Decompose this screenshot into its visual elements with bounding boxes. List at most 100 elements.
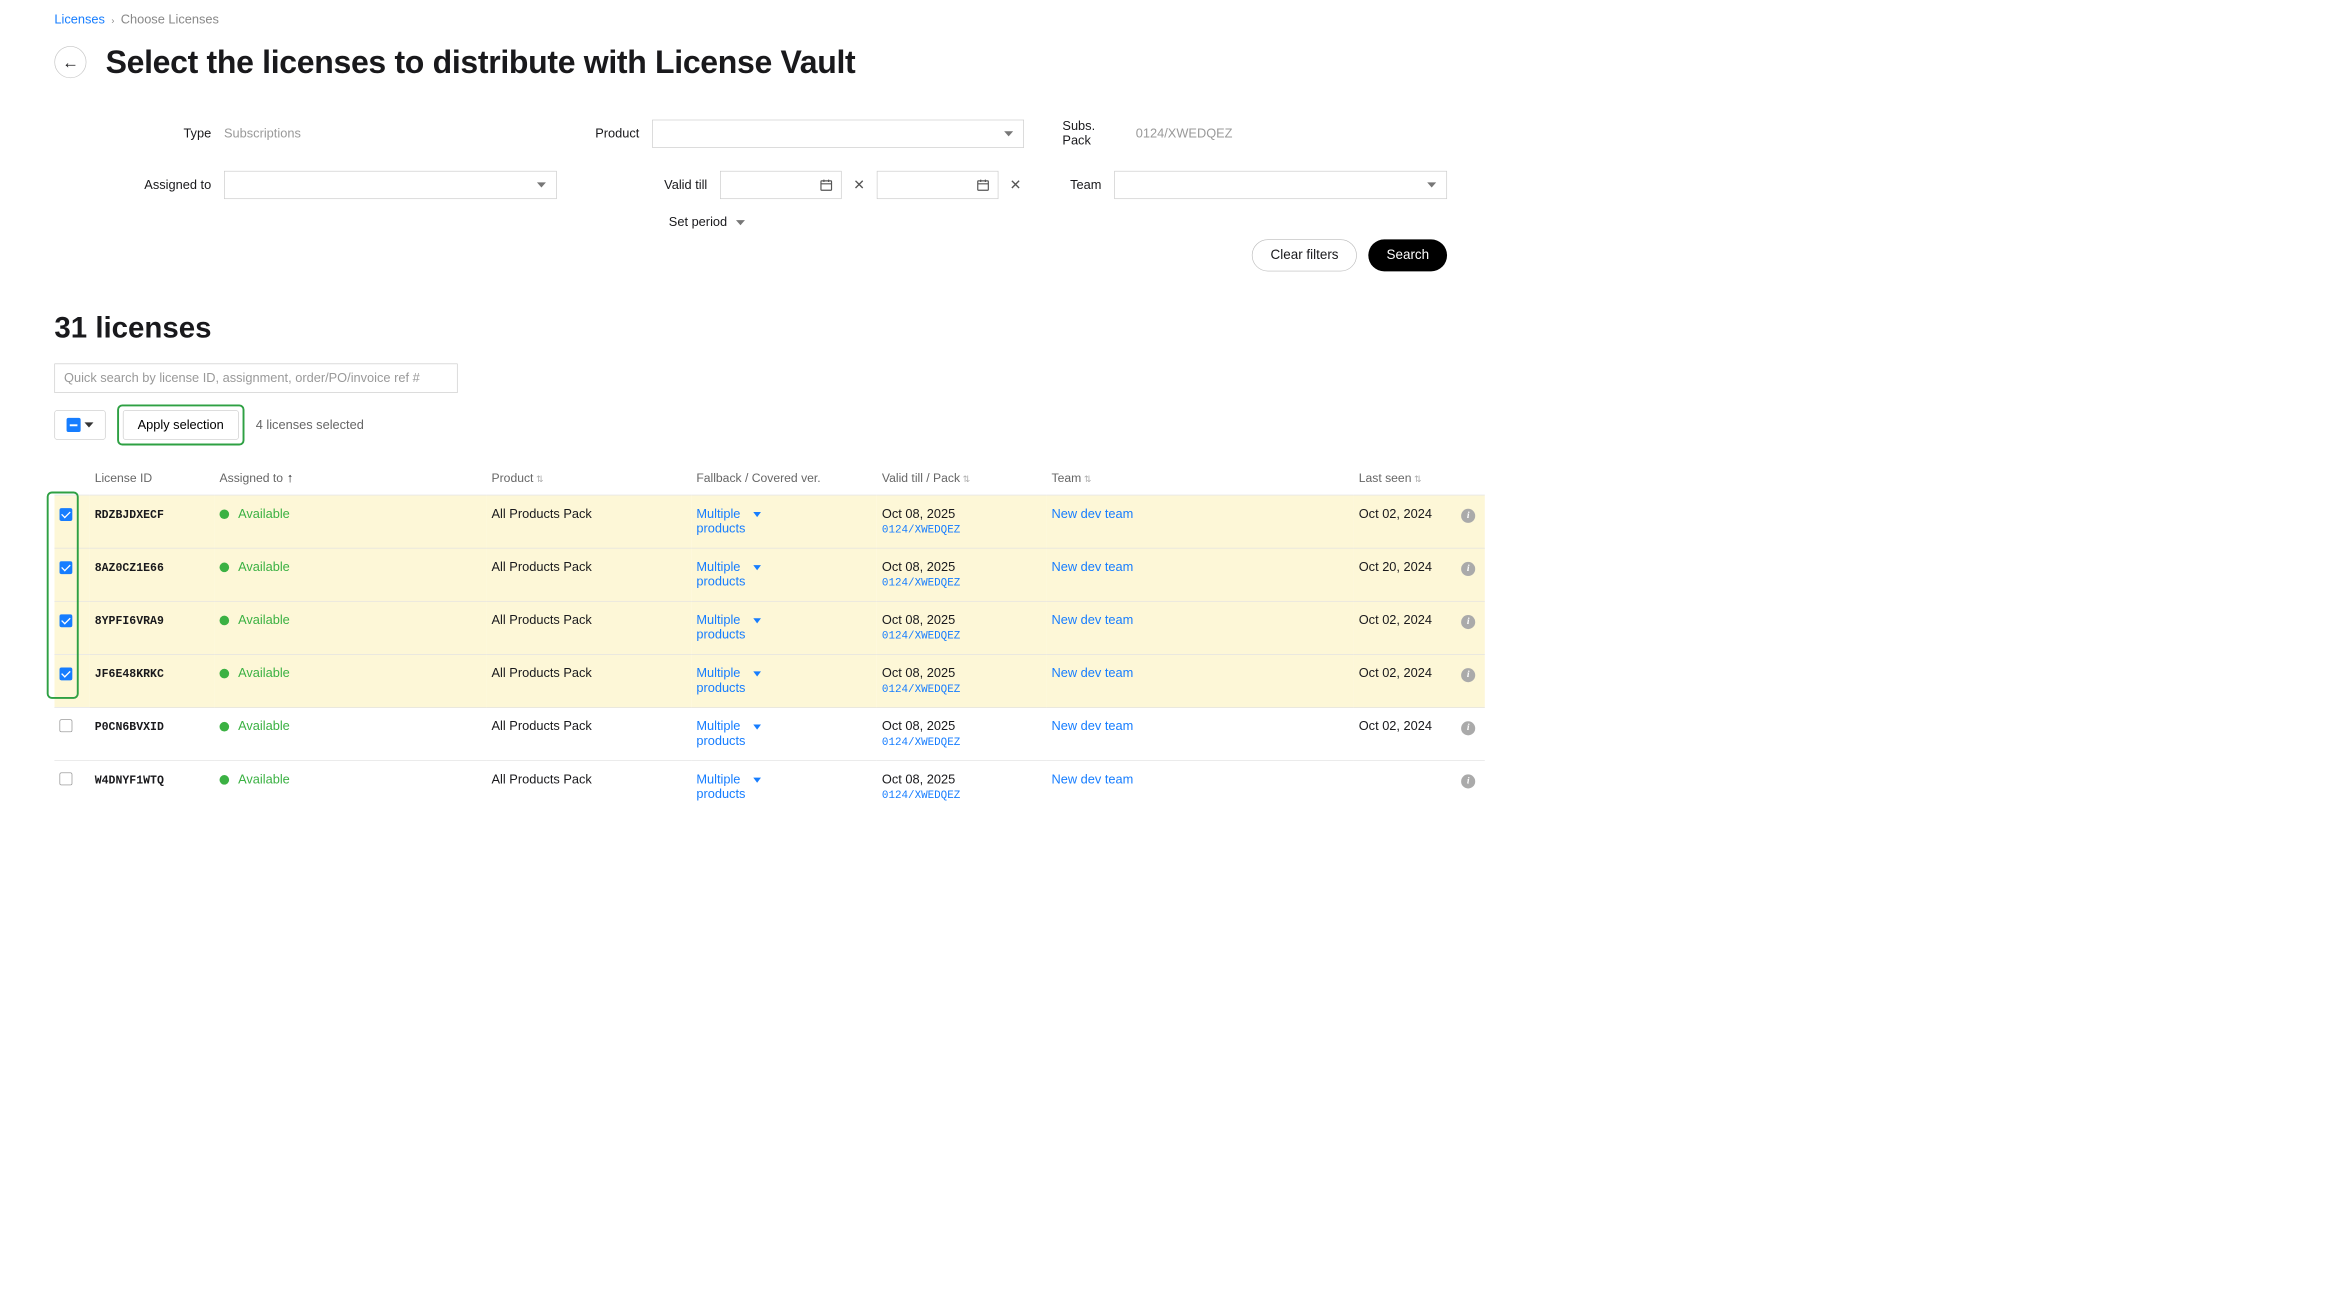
status-dot-icon <box>220 616 230 626</box>
pack-link[interactable]: 0124/XWEDQEZ <box>882 577 960 589</box>
chevron-down-icon[interactable] <box>753 618 761 623</box>
col-valid-till[interactable]: Valid till / Pack⇅ <box>877 471 1047 495</box>
chevron-down-icon <box>537 182 546 187</box>
last-seen: Oct 02, 2024 <box>1359 507 1432 521</box>
license-id: RDZBJDXECF <box>95 509 164 522</box>
status-text: Available <box>238 772 290 787</box>
clear-filters-button[interactable]: Clear filters <box>1252 239 1357 271</box>
table-row: W4DNYF1WTQ Available All Products Pack Mult… <box>54 761 1484 814</box>
product-name: All Products Pack <box>492 613 592 627</box>
valid-till: Oct 08, 2025 <box>882 772 1041 787</box>
pack-link[interactable]: 0124/XWEDQEZ <box>882 684 960 696</box>
set-period-label: Set period <box>669 215 727 230</box>
team-select[interactable] <box>1114 171 1447 199</box>
sort-asc-icon: ↑ <box>287 471 293 485</box>
chevron-down-icon[interactable] <box>753 512 761 517</box>
chevron-down-icon[interactable] <box>753 778 761 783</box>
indeterminate-checkbox-icon <box>67 418 81 432</box>
row-checkbox[interactable] <box>60 772 73 785</box>
fallback-link[interactable]: Multipleproducts <box>696 560 745 589</box>
valid-from-date[interactable] <box>720 171 842 199</box>
breadcrumb-root[interactable]: Licenses <box>54 13 105 28</box>
row-checkbox[interactable] <box>60 614 73 627</box>
fallback-link[interactable]: Multipleproducts <box>696 772 745 801</box>
product-select[interactable] <box>652 120 1024 148</box>
fallback-link[interactable]: Multipleproducts <box>696 666 745 695</box>
row-checkbox[interactable] <box>60 508 73 521</box>
last-seen: Oct 02, 2024 <box>1359 666 1432 680</box>
subs-pack-value: 0124/XWEDQEZ <box>1136 126 1447 141</box>
fallback-link[interactable]: Multipleproducts <box>696 613 745 642</box>
quick-search-input[interactable]: Quick search by license ID, assignment, … <box>54 364 457 393</box>
sort-icon: ⇅ <box>536 473 544 483</box>
row-checkbox[interactable] <box>60 719 73 732</box>
valid-till: Oct 08, 2025 <box>882 666 1041 681</box>
info-icon[interactable]: i <box>1461 774 1475 788</box>
fallback-link[interactable]: Multipleproducts <box>696 719 745 748</box>
clear-from-icon[interactable]: ✕ <box>851 177 868 194</box>
product-name: All Products Pack <box>492 507 592 521</box>
chevron-down-icon[interactable] <box>753 724 761 729</box>
set-period-dropdown[interactable]: Set period <box>669 215 745 230</box>
col-last-seen[interactable]: Last seen⇅ <box>1354 471 1456 495</box>
col-assigned-to[interactable]: Assigned to↑ <box>214 471 486 495</box>
selected-count: 4 licenses selected <box>256 418 364 433</box>
status-dot-icon <box>220 563 230 573</box>
pack-link[interactable]: 0124/XWEDQEZ <box>882 524 960 536</box>
info-icon[interactable]: i <box>1461 562 1475 576</box>
type-label: Type <box>183 126 211 141</box>
col-license-id[interactable]: License ID <box>90 471 215 495</box>
col-product[interactable]: Product⇅ <box>486 471 691 495</box>
last-seen: Oct 02, 2024 <box>1359 613 1432 627</box>
table-row: JF6E48KRKCAvailableAll Products PackMult… <box>54 654 1484 707</box>
status-dot-icon <box>220 722 230 732</box>
team-link[interactable]: New dev team <box>1052 613 1134 627</box>
sort-icon: ⇅ <box>1084 473 1092 483</box>
valid-to-date[interactable] <box>877 171 999 199</box>
info-icon[interactable]: i <box>1461 668 1475 682</box>
table-row: P0CN6BVXIDAvailableAll Products PackMult… <box>54 708 1484 761</box>
license-id: 8AZ0CZ1E66 <box>95 562 164 575</box>
back-button[interactable]: ← <box>54 46 86 78</box>
fallback-link[interactable]: Multipleproducts <box>696 507 745 536</box>
team-link[interactable]: New dev team <box>1052 772 1134 786</box>
license-id: JF6E48KRKC <box>95 668 164 681</box>
arrow-left-icon: ← <box>62 52 79 72</box>
col-team[interactable]: Team⇅ <box>1046 471 1353 495</box>
product-name: All Products Pack <box>492 772 592 786</box>
valid-till: Oct 08, 2025 <box>882 719 1041 734</box>
select-all-toggle[interactable] <box>54 410 105 439</box>
row-checkbox[interactable] <box>60 561 73 574</box>
info-icon[interactable]: i <box>1461 721 1475 735</box>
team-link[interactable]: New dev team <box>1052 507 1134 521</box>
chevron-down-icon[interactable] <box>753 565 761 570</box>
last-seen: Oct 20, 2024 <box>1359 560 1432 574</box>
apply-selection-button[interactable]: Apply selection <box>123 410 239 439</box>
row-checkbox[interactable] <box>60 667 73 680</box>
license-count: 31 licenses <box>54 310 1447 345</box>
status-dot-icon <box>220 775 230 785</box>
status-text: Available <box>238 560 290 575</box>
breadcrumb: Licenses › Choose Licenses <box>54 13 1447 28</box>
col-fallback[interactable]: Fallback / Covered ver. <box>691 471 877 495</box>
info-icon[interactable]: i <box>1461 508 1475 522</box>
clear-to-icon[interactable]: ✕ <box>1007 177 1024 194</box>
search-button[interactable]: Search <box>1369 239 1447 271</box>
calendar-icon <box>819 178 833 192</box>
team-link[interactable]: New dev team <box>1052 560 1134 574</box>
license-id: W4DNYF1WTQ <box>95 774 164 787</box>
product-name: All Products Pack <box>492 666 592 680</box>
info-icon[interactable]: i <box>1461 615 1475 629</box>
team-link[interactable]: New dev team <box>1052 719 1134 733</box>
apply-selection-highlight: Apply selection <box>117 404 244 445</box>
team-link[interactable]: New dev team <box>1052 666 1134 680</box>
chevron-down-icon[interactable] <box>753 671 761 676</box>
pack-link[interactable]: 0124/XWEDQEZ <box>882 630 960 642</box>
status-text: Available <box>238 719 290 734</box>
pack-link[interactable]: 0124/XWEDQEZ <box>882 790 960 802</box>
status-text: Available <box>238 613 290 628</box>
table-row: 8YPFI6VRA9AvailableAll Products PackMult… <box>54 601 1484 654</box>
assigned-to-select[interactable] <box>224 171 557 199</box>
chevron-down-icon <box>736 220 745 225</box>
pack-link[interactable]: 0124/XWEDQEZ <box>882 737 960 749</box>
